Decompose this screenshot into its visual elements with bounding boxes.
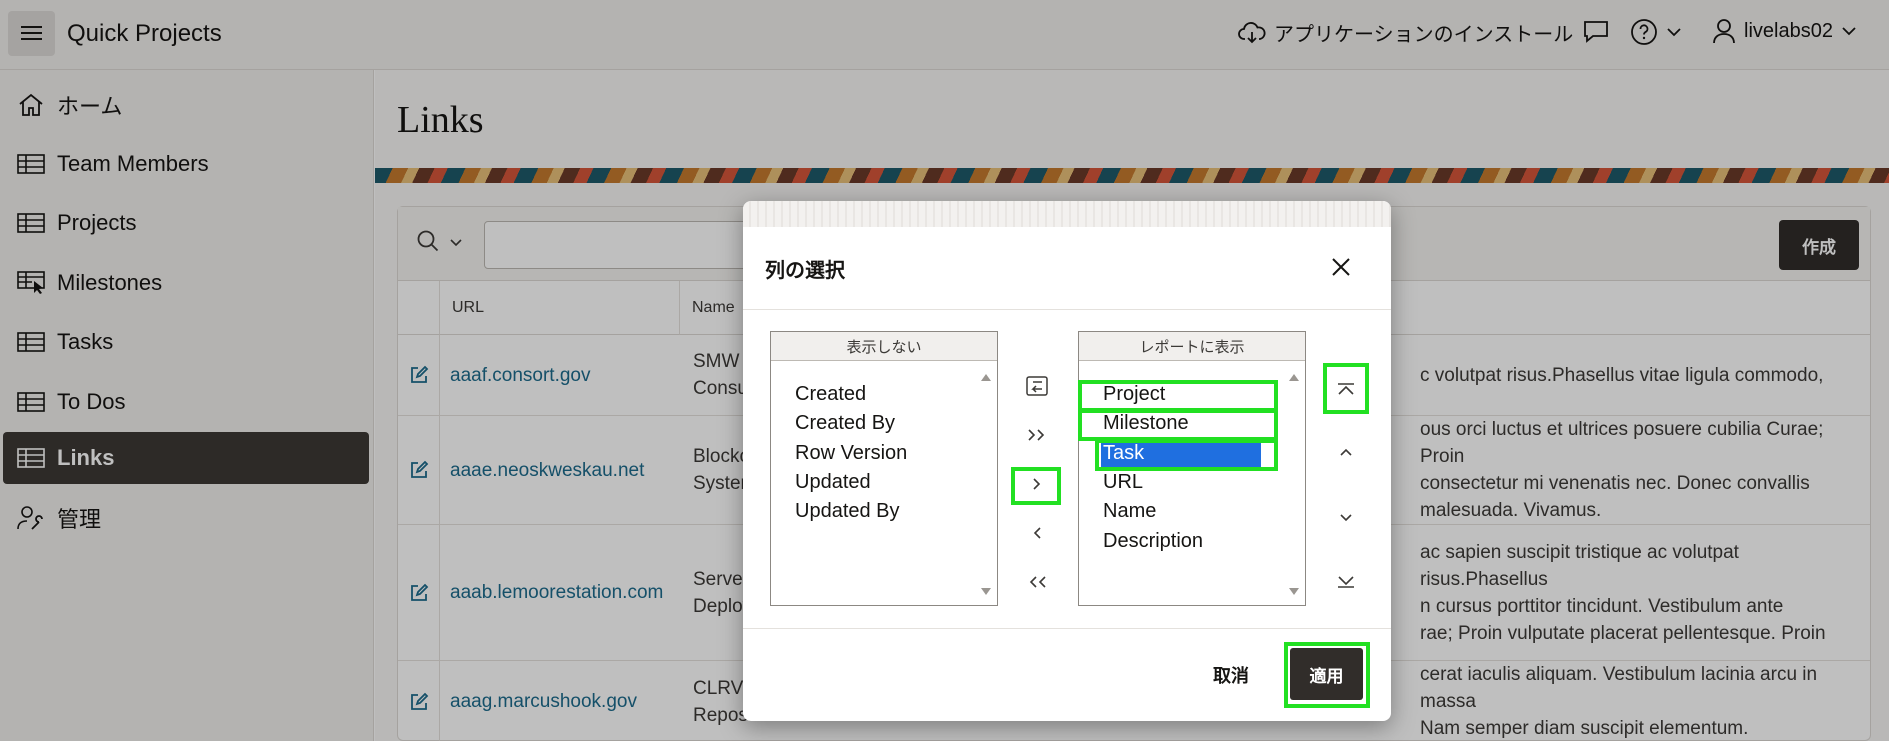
move-bottom-button[interactable] <box>1326 565 1366 599</box>
list-item[interactable]: Description <box>1101 527 1205 555</box>
highlight-box <box>1323 363 1369 414</box>
reset-icon <box>1026 376 1048 396</box>
move-bottom-icon <box>1338 576 1354 588</box>
move-left-button[interactable] <box>1017 516 1057 550</box>
close-button[interactable] <box>1326 252 1356 282</box>
list-item[interactable]: Updated <box>793 468 873 496</box>
dialog-divider <box>743 309 1391 310</box>
dialog-footer-divider <box>743 628 1391 629</box>
dialog-title: 列の選択 <box>765 260 845 282</box>
list-item[interactable]: Updated By <box>793 497 902 525</box>
list-item[interactable]: Created By <box>793 409 897 437</box>
highlight-box <box>1284 642 1370 708</box>
move-down-button[interactable] <box>1326 501 1366 535</box>
list-item[interactable]: Name <box>1101 497 1158 525</box>
scroll-down-arrow[interactable] <box>981 588 991 595</box>
double-chevron-left-icon <box>1029 576 1046 588</box>
list-item[interactable]: Created <box>793 380 868 408</box>
scroll-up-arrow[interactable] <box>1289 374 1299 381</box>
cancel-button[interactable]: 取消 <box>1213 662 1249 688</box>
move-all-right-button[interactable] <box>1017 418 1057 452</box>
move-all-left-button[interactable] <box>1017 565 1057 599</box>
chevron-up-icon <box>1340 448 1352 456</box>
list-item[interactable]: URL <box>1101 468 1145 496</box>
list-item[interactable]: Row Version <box>793 439 909 467</box>
shown-columns-header: レポートに表示 <box>1079 332 1305 361</box>
close-icon <box>1332 258 1350 276</box>
highlight-box <box>1011 467 1061 505</box>
highlight-box <box>1078 380 1278 412</box>
move-up-button[interactable] <box>1326 435 1366 469</box>
hidden-columns-list[interactable]: 表示しない Created Created By Row Version Upd… <box>770 331 998 606</box>
highlight-box <box>1078 409 1278 441</box>
chevron-left-icon <box>1033 527 1041 539</box>
select-columns-dialog: 列の選択 表示しない Created Created By Row Versio… <box>743 201 1391 721</box>
scroll-down-arrow[interactable] <box>1289 588 1299 595</box>
reset-button[interactable] <box>1017 369 1057 403</box>
hidden-columns-header: 表示しない <box>771 332 997 361</box>
scroll-up-arrow[interactable] <box>981 374 991 381</box>
highlight-box <box>1095 439 1278 471</box>
double-chevron-right-icon <box>1028 429 1045 441</box>
chevron-down-icon <box>1340 514 1352 522</box>
dialog-drag-handle[interactable] <box>743 201 1391 227</box>
